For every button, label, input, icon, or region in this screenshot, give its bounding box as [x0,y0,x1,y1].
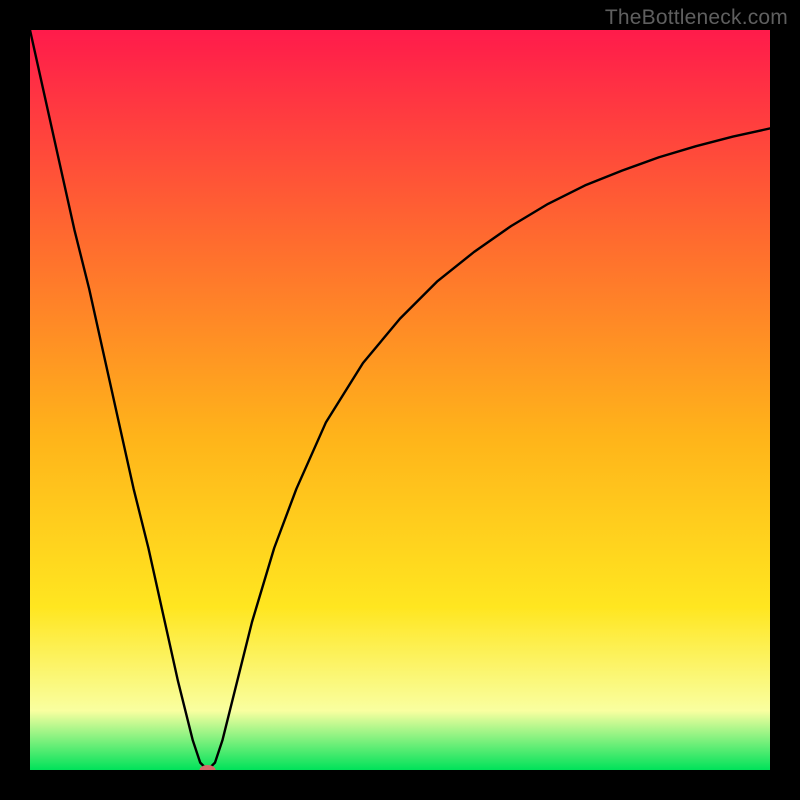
gradient-background [30,30,770,770]
chart-frame: TheBottleneck.com [0,0,800,800]
plot-area [30,30,770,770]
chart-svg [30,30,770,770]
watermark-text: TheBottleneck.com [605,6,788,30]
